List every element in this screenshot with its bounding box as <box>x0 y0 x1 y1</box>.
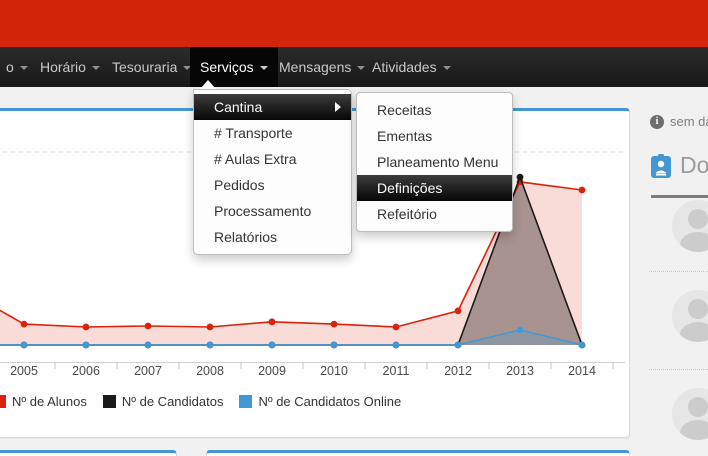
avatar-silhouette-body <box>680 322 708 342</box>
avatar-placeholder[interactable] <box>672 290 708 342</box>
avatar-placeholder[interactable] <box>672 388 708 440</box>
x-label-2012: 2012 <box>444 364 472 378</box>
heading-divider <box>651 195 708 198</box>
avatar-silhouette-body <box>680 232 708 252</box>
legend-label: Nº de Alunos <box>12 394 87 409</box>
point-Nº de Candidatos-2013 <box>517 174 524 181</box>
no-data-notice: i sem da <box>650 114 708 129</box>
avatar-silhouette-head <box>688 209 708 229</box>
point-Nº de Alunos-2014 <box>579 187 586 194</box>
chevron-down-icon <box>260 66 268 70</box>
menu-item-pedidos[interactable]: Pedidos <box>194 172 351 198</box>
point-Nº de Alunos-2007 <box>145 323 152 330</box>
nav-item-label: Atividades <box>372 59 437 75</box>
menu-item-defini-es[interactable]: Definições <box>357 175 512 201</box>
menu-item-cantina[interactable]: Cantina <box>194 94 351 120</box>
point-Nº de Candidatos Online-2010 <box>331 342 338 349</box>
legend-swatch <box>0 395 6 408</box>
legend-label: Nº de Candidatos <box>122 394 224 409</box>
x-label-2005: 2005 <box>10 364 38 378</box>
menu-item-aulas-extra[interactable]: # Aulas Extra <box>194 146 351 172</box>
legend-item: Nº de Candidatos Online <box>239 394 401 409</box>
menu-item-receitas[interactable]: Receitas <box>357 97 512 123</box>
point-Nº de Alunos-2012 <box>455 308 462 315</box>
point-Nº de Candidatos Online-2014 <box>579 342 586 349</box>
nav-item-label: o <box>6 59 14 75</box>
x-label-2007: 2007 <box>134 364 162 378</box>
point-Nº de Candidatos Online-2007 <box>145 342 152 349</box>
nav-item-horrio[interactable]: Horário <box>30 47 110 87</box>
nav-item-label: Serviços <box>200 59 254 75</box>
submenu-arrow-icon <box>335 102 341 112</box>
cantina-submenu: ReceitasEmentasPlaneamento MenuDefiniçõe… <box>356 92 513 232</box>
servicos-dropdown-menu: Cantina# Transporte# Aulas ExtraPedidosP… <box>193 89 352 255</box>
avatar-silhouette-head <box>688 397 708 417</box>
point-Nº de Alunos-2011 <box>393 324 400 331</box>
point-Nº de Candidatos Online-2006 <box>83 342 90 349</box>
x-label-2009: 2009 <box>258 364 286 378</box>
dotted-separator <box>649 369 708 370</box>
legend-swatch <box>239 395 252 408</box>
point-Nº de Candidatos Online-2013 <box>517 327 524 334</box>
right-widget-heading: Do <box>651 152 708 179</box>
main-navbar: o Horário Tesouraria Serviços Mensagens Ativi… <box>0 47 708 87</box>
menu-item-refeit-rio[interactable]: Refeitório <box>357 201 512 227</box>
point-Nº de Candidatos Online-2011 <box>393 342 400 349</box>
point-Nº de Alunos-2005 <box>21 321 28 328</box>
point-Nº de Alunos-2008 <box>207 324 214 331</box>
point-Nº de Candidatos Online-2005 <box>21 342 28 349</box>
point-Nº de Alunos-2010 <box>331 321 338 328</box>
menu-item-processamento[interactable]: Processamento <box>194 198 351 224</box>
id-badge-icon <box>651 154 671 178</box>
nav-item-mensagens[interactable]: Mensagens <box>269 47 375 87</box>
x-label-2014: 2014 <box>568 364 596 378</box>
menu-item-relat-rios[interactable]: Relatórios <box>194 224 351 250</box>
point-Nº de Alunos-2006 <box>83 324 90 331</box>
info-icon: i <box>650 115 664 129</box>
nav-item-label: Horário <box>40 59 86 75</box>
point-Nº de Candidatos Online-2012 <box>455 342 462 349</box>
x-label-2011: 2011 <box>383 364 410 378</box>
point-Nº de Alunos-2009 <box>269 318 276 325</box>
x-label-2006: 2006 <box>72 364 100 378</box>
chevron-down-icon <box>92 66 100 70</box>
avatar-placeholder[interactable] <box>672 200 708 252</box>
point-Nº de Candidatos Online-2008 <box>207 342 214 349</box>
no-data-text: sem da <box>670 114 708 129</box>
legend-swatch <box>103 395 116 408</box>
x-label-2010: 2010 <box>320 364 348 378</box>
nav-item-label: Mensagens <box>279 59 351 75</box>
legend-item: Nº de Alunos <box>0 394 87 409</box>
x-label-2008: 2008 <box>196 364 224 378</box>
menu-item-transporte[interactable]: # Transporte <box>194 120 351 146</box>
menu-item-ementas[interactable]: Ementas <box>357 123 512 149</box>
nav-item-label: Tesouraria <box>112 59 177 75</box>
bottom-center-panel <box>206 450 630 456</box>
point-Nº de Candidatos Online-2009 <box>269 342 276 349</box>
x-label-2013: 2013 <box>506 364 534 378</box>
brand-header <box>0 0 708 47</box>
avatar-silhouette-body <box>680 420 708 440</box>
legend-label: Nº de Candidatos Online <box>258 394 401 409</box>
chart-legend: Nº de Alunos Nº de Candidatos Nº de Candid… <box>0 394 401 409</box>
nav-item-tesouraria[interactable]: Tesouraria <box>102 47 201 87</box>
legend-item: Nº de Candidatos <box>103 394 224 409</box>
menu-item-planeamento-menu[interactable]: Planeamento Menu <box>357 149 512 175</box>
dotted-separator <box>649 271 708 272</box>
application-window: o Horário Tesouraria Serviços Mensagens Ativi… <box>0 0 708 456</box>
chevron-down-icon <box>443 66 451 70</box>
chevron-down-icon <box>20 66 28 70</box>
dropdown-pointer-caret <box>200 80 216 89</box>
nav-item-atividades[interactable]: Atividades <box>362 47 461 87</box>
avatar-silhouette-head <box>688 299 708 319</box>
right-widget-title: Do <box>680 152 708 179</box>
bottom-left-panel <box>0 450 177 456</box>
